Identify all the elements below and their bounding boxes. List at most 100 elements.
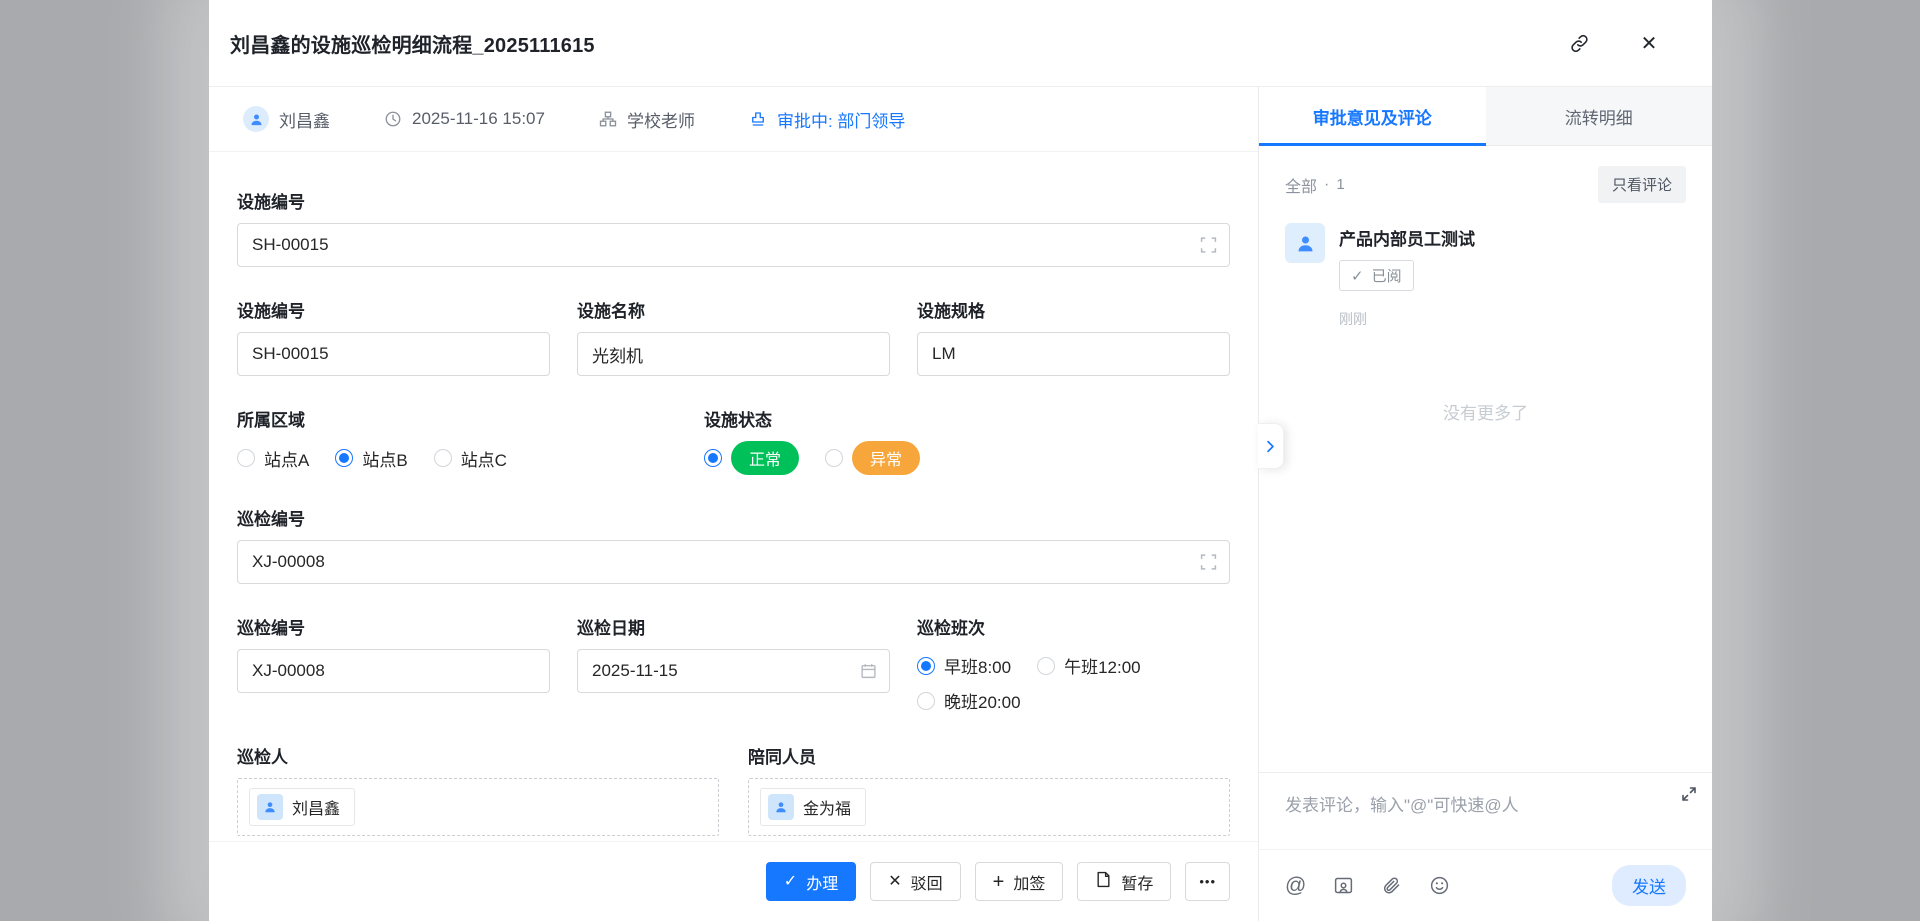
action-bar: ✓ 办理 ✕ 驳回 + 加签 暂存 ••• [209, 841, 1258, 921]
only-comments-button[interactable]: 只看评论 [1598, 166, 1686, 203]
field-label: 设施编号 [237, 188, 1230, 213]
comment-placeholder: 发表评论，输入"@"可快速@人 [1285, 796, 1519, 815]
field-inspection-no: 巡检编号 XJ-00008 [237, 614, 550, 713]
initiator: 刘昌鑫 [243, 106, 330, 132]
radio-circle[interactable] [825, 449, 843, 467]
panel-tabs: 审批意见及评论 流转明细 [1259, 87, 1712, 146]
person-chip[interactable]: 金为福 [760, 788, 866, 826]
radio-circle[interactable] [434, 449, 452, 467]
save-draft-button[interactable]: 暂存 [1077, 862, 1171, 901]
facility-name-input[interactable]: 光刻机 [577, 332, 890, 376]
companion-picker[interactable]: 金为福 [748, 778, 1230, 836]
approval-status: 审批中: 部门领导 [749, 107, 905, 132]
facility-no-full-input[interactable]: SH-00015 [237, 223, 1230, 267]
org-icon [599, 110, 617, 128]
process-meta: 刘昌鑫 2025-11-16 15:07 学校老师 审批中: 部门领导 [209, 87, 1258, 152]
field-region: 所属区域 站点A 站点B [237, 406, 704, 475]
add-sign-button[interactable]: + 加签 [975, 862, 1064, 901]
radio-status-abnormal[interactable]: 异常 [825, 441, 920, 475]
radio-circle-checked[interactable] [704, 449, 722, 467]
field-inspection-date: 巡检日期 2025-11-15 [577, 614, 890, 713]
approval-status-text: 审批中: 部门领导 [777, 107, 905, 132]
inspection-no-full-input[interactable]: XJ-00008 [237, 540, 1230, 584]
region-status-row: 所属区域 站点A 站点B [237, 406, 1230, 475]
send-button[interactable]: 发送 [1612, 865, 1686, 906]
approval-detail-modal: 刘昌鑫的设施巡检明细流程_2025111615 ✕ 刘昌鑫 [209, 0, 1712, 921]
comment-time: 刚刚 [1339, 309, 1475, 329]
calendar-icon[interactable] [860, 663, 877, 680]
ellipsis-icon: ••• [1199, 874, 1216, 889]
facility-spec-input[interactable]: LM [917, 332, 1230, 376]
radio-shift-night[interactable]: 晚班20:00 [917, 688, 1021, 713]
chevron-right-icon [1264, 440, 1277, 453]
radio-circle-checked[interactable] [335, 449, 353, 467]
tab-comments[interactable]: 审批意见及评论 [1259, 87, 1486, 145]
field-facility-no-full: 设施编号 SH-00015 [237, 188, 1230, 267]
form-fields: 设施编号 SH-00015 设施编号 SH-00015 [209, 152, 1258, 841]
comment-item: 产品内部员工测试 ✓ 已阅 刚刚 [1285, 223, 1686, 329]
radio-region-b[interactable]: 站点B [335, 446, 407, 471]
approve-button[interactable]: ✓ 办理 [766, 862, 856, 901]
check-icon: ✓ [784, 874, 797, 890]
form-pane: 刘昌鑫 2025-11-16 15:07 学校老师 审批中: 部门领导 [209, 87, 1259, 921]
person-avatar-icon [768, 794, 794, 820]
radio-circle[interactable] [237, 449, 255, 467]
facility-detail-row: 设施编号 SH-00015 设施名称 光刻机 设施规格 LM [237, 297, 1230, 376]
mention-icon[interactable]: @ [1285, 875, 1306, 896]
inspection-no-input[interactable]: XJ-00008 [237, 649, 550, 693]
collapse-panel-handle[interactable] [1258, 423, 1284, 469]
inspector-picker[interactable]: 刘昌鑫 [237, 778, 719, 836]
field-inspector: 巡检人 刘昌鑫 [237, 743, 719, 836]
no-more-text: 没有更多了 [1285, 399, 1686, 424]
comments-pane: 审批意见及评论 流转明细 全部 · 1 只看评论 产品内部员工测试 [1259, 87, 1712, 921]
attachment-icon[interactable] [1381, 875, 1402, 896]
radio-status-normal[interactable]: 正常 [704, 441, 799, 475]
fullscreen-icon[interactable] [1200, 554, 1217, 571]
create-time: 2025-11-16 15:07 [384, 109, 545, 129]
initiator-name: 刘昌鑫 [279, 107, 330, 132]
radio-region-c[interactable]: 站点C [434, 446, 507, 471]
comments-list: 产品内部员工测试 ✓ 已阅 刚刚 没有更多了 [1259, 209, 1712, 772]
radio-circle[interactable] [1037, 657, 1055, 675]
person-chip[interactable]: 刘昌鑫 [249, 788, 355, 826]
document-icon [1095, 871, 1112, 892]
persons-row: 巡检人 刘昌鑫 陪同人员 [237, 743, 1230, 836]
comment-avatar-icon [1285, 223, 1325, 263]
radio-circle-checked[interactable] [917, 657, 935, 675]
inspection-detail-row: 巡检编号 XJ-00008 巡检日期 2025-11-15 巡检班 [237, 614, 1230, 713]
comments-count: 全部 · 1 [1285, 173, 1345, 197]
composer-toolbar: @ 发送 [1259, 850, 1712, 921]
inspection-date-input[interactable]: 2025-11-15 [577, 649, 890, 693]
plus-icon: + [993, 872, 1005, 892]
field-shift: 巡检班次 早班8:00 午班12:00 [917, 614, 1230, 713]
tab-flow-detail[interactable]: 流转明细 [1486, 87, 1713, 145]
field-facility-no: 设施编号 SH-00015 [237, 297, 550, 376]
status-normal-pill: 正常 [731, 441, 799, 475]
check-icon: ✓ [1351, 267, 1364, 285]
radio-shift-noon[interactable]: 午班12:00 [1037, 653, 1141, 678]
fullscreen-icon[interactable] [1200, 237, 1217, 254]
more-actions-button[interactable]: ••• [1185, 862, 1230, 901]
x-icon: ✕ [888, 874, 901, 890]
radio-circle[interactable] [917, 692, 935, 710]
status-abnormal-pill: 异常 [852, 441, 920, 475]
comments-filter-row: 全部 · 1 只看评论 [1259, 146, 1712, 209]
facility-no-input[interactable]: SH-00015 [237, 332, 550, 376]
comment-composer: 发表评论，输入"@"可快速@人 @ [1259, 772, 1712, 921]
emoji-icon[interactable] [1429, 875, 1450, 896]
close-icon[interactable]: ✕ [1634, 28, 1664, 58]
titlebar: 刘昌鑫的设施巡检明细流程_2025111615 ✕ [209, 0, 1712, 87]
create-time-text: 2025-11-16 15:07 [412, 109, 545, 129]
page-title: 刘昌鑫的设施巡检明细流程_2025111615 [230, 29, 595, 58]
expand-composer-icon[interactable] [1681, 786, 1697, 807]
person-avatar-icon [257, 794, 283, 820]
field-status: 设施状态 正常 异常 [704, 406, 1230, 475]
reject-button[interactable]: ✕ 驳回 [870, 862, 960, 901]
image-icon[interactable] [1333, 875, 1354, 896]
radio-region-a[interactable]: 站点A [237, 446, 309, 471]
comment-input[interactable]: 发表评论，输入"@"可快速@人 [1259, 773, 1712, 849]
copy-link-icon[interactable] [1564, 28, 1594, 58]
radio-shift-morning[interactable]: 早班8:00 [917, 653, 1011, 678]
initiator-role: 学校老师 [599, 107, 695, 132]
field-facility-name: 设施名称 光刻机 [577, 297, 890, 376]
